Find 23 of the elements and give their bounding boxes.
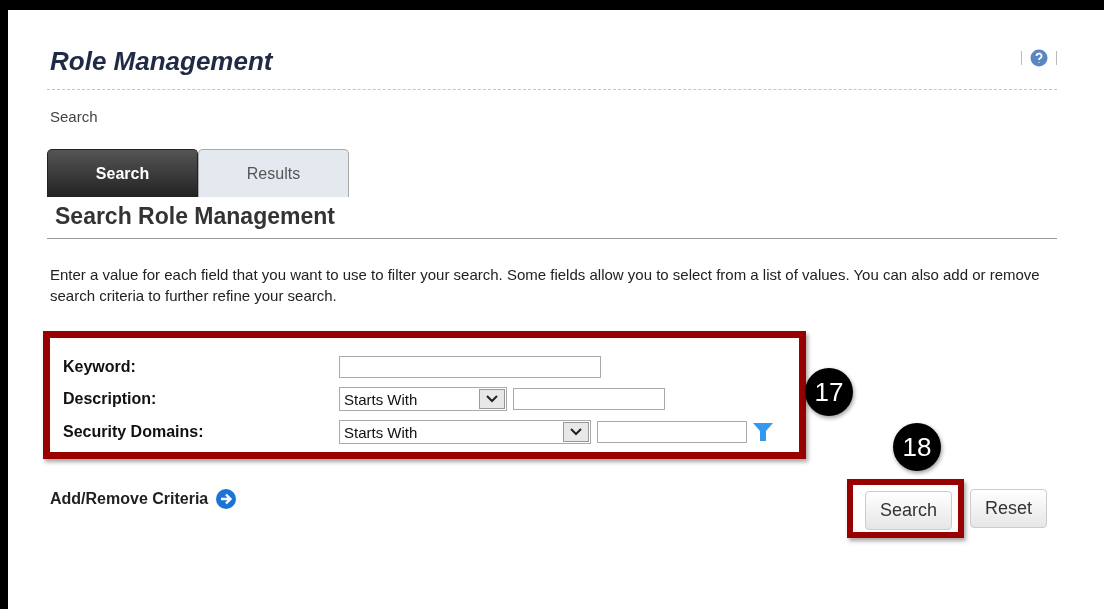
caret-icon <box>563 422 589 442</box>
caret-icon <box>479 389 505 409</box>
input-field[interactable] <box>513 388 665 410</box>
help-icon[interactable] <box>1030 48 1048 67</box>
dropdown[interactable]: Starts With <box>339 420 591 444</box>
tab[interactable]: Search <box>47 149 198 197</box>
add-remove-link[interactable]: Add/Remove Criteria <box>50 489 237 509</box>
search-button[interactable]: Search <box>864 491 952 530</box>
section-heading: Search Role Management <box>47 197 1057 239</box>
instructions: Enter a value for each field that you want to use to filter your search. Some fields allow you to select from a list of values. You can also add or remove search criteria to further refine your search. <box>50 265 1041 306</box>
reset-button[interactable]: Reset <box>969 489 1047 528</box>
filter-icon[interactable] <box>753 423 773 441</box>
input-field[interactable] <box>597 421 747 443</box>
dropdown[interactable]: Starts With <box>339 387 507 411</box>
step-marker: 17 <box>805 368 853 416</box>
field-label: Description: <box>63 390 158 408</box>
tab[interactable]: Results <box>198 149 349 197</box>
page-title: Role Management <box>50 46 273 77</box>
input-field[interactable] <box>339 356 601 378</box>
breadcrumb: Search <box>50 108 99 125</box>
field-label: Keyword: <box>63 358 137 376</box>
field-label: Security Domains: <box>63 423 205 441</box>
step-marker: 18 <box>892 423 941 471</box>
